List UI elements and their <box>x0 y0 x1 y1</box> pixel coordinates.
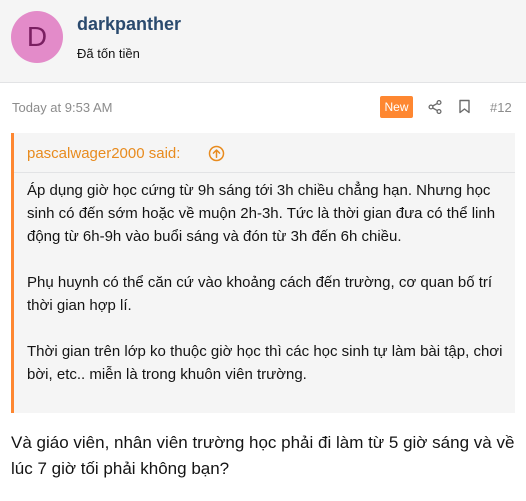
quote-paragraph: Áp dụng giờ học cứng từ 9h sáng tới 3h c… <box>27 182 496 245</box>
quote-author-link[interactable]: pascalwager2000 said: <box>27 145 180 162</box>
user-title: Đã tốn tiền <box>77 46 140 61</box>
reply-text: Và giáo viên, nhân viên trường học phải … <box>11 433 515 478</box>
user-header: D darkpanther Đã tốn tiền <box>0 0 526 83</box>
quote-header: pascalwager2000 said: <box>14 133 515 173</box>
post-number[interactable]: #12 <box>490 100 512 115</box>
username-link[interactable]: darkpanther <box>77 14 181 35</box>
quote-block: pascalwager2000 said: Áp dụng giờ học cứ… <box>11 133 515 413</box>
arrow-up-circle-icon[interactable] <box>208 145 225 162</box>
post-meta: Today at 9:53 AM New #12 <box>0 92 526 122</box>
share-icon[interactable] <box>428 100 442 114</box>
post-timestamp[interactable]: Today at 9:53 AM <box>12 100 112 115</box>
bookmark-icon[interactable] <box>458 99 471 114</box>
quote-body: Áp dụng giờ học cứng từ 9h sáng tới 3h c… <box>27 179 505 409</box>
quote-paragraph: Phụ huynh có thể căn cứ vào khoảng cách … <box>27 274 493 314</box>
avatar[interactable]: D <box>11 11 63 63</box>
new-badge: New <box>380 96 413 118</box>
quote-paragraph: Thời gian trên lớp ko thuộc giờ học thì … <box>27 343 503 383</box>
